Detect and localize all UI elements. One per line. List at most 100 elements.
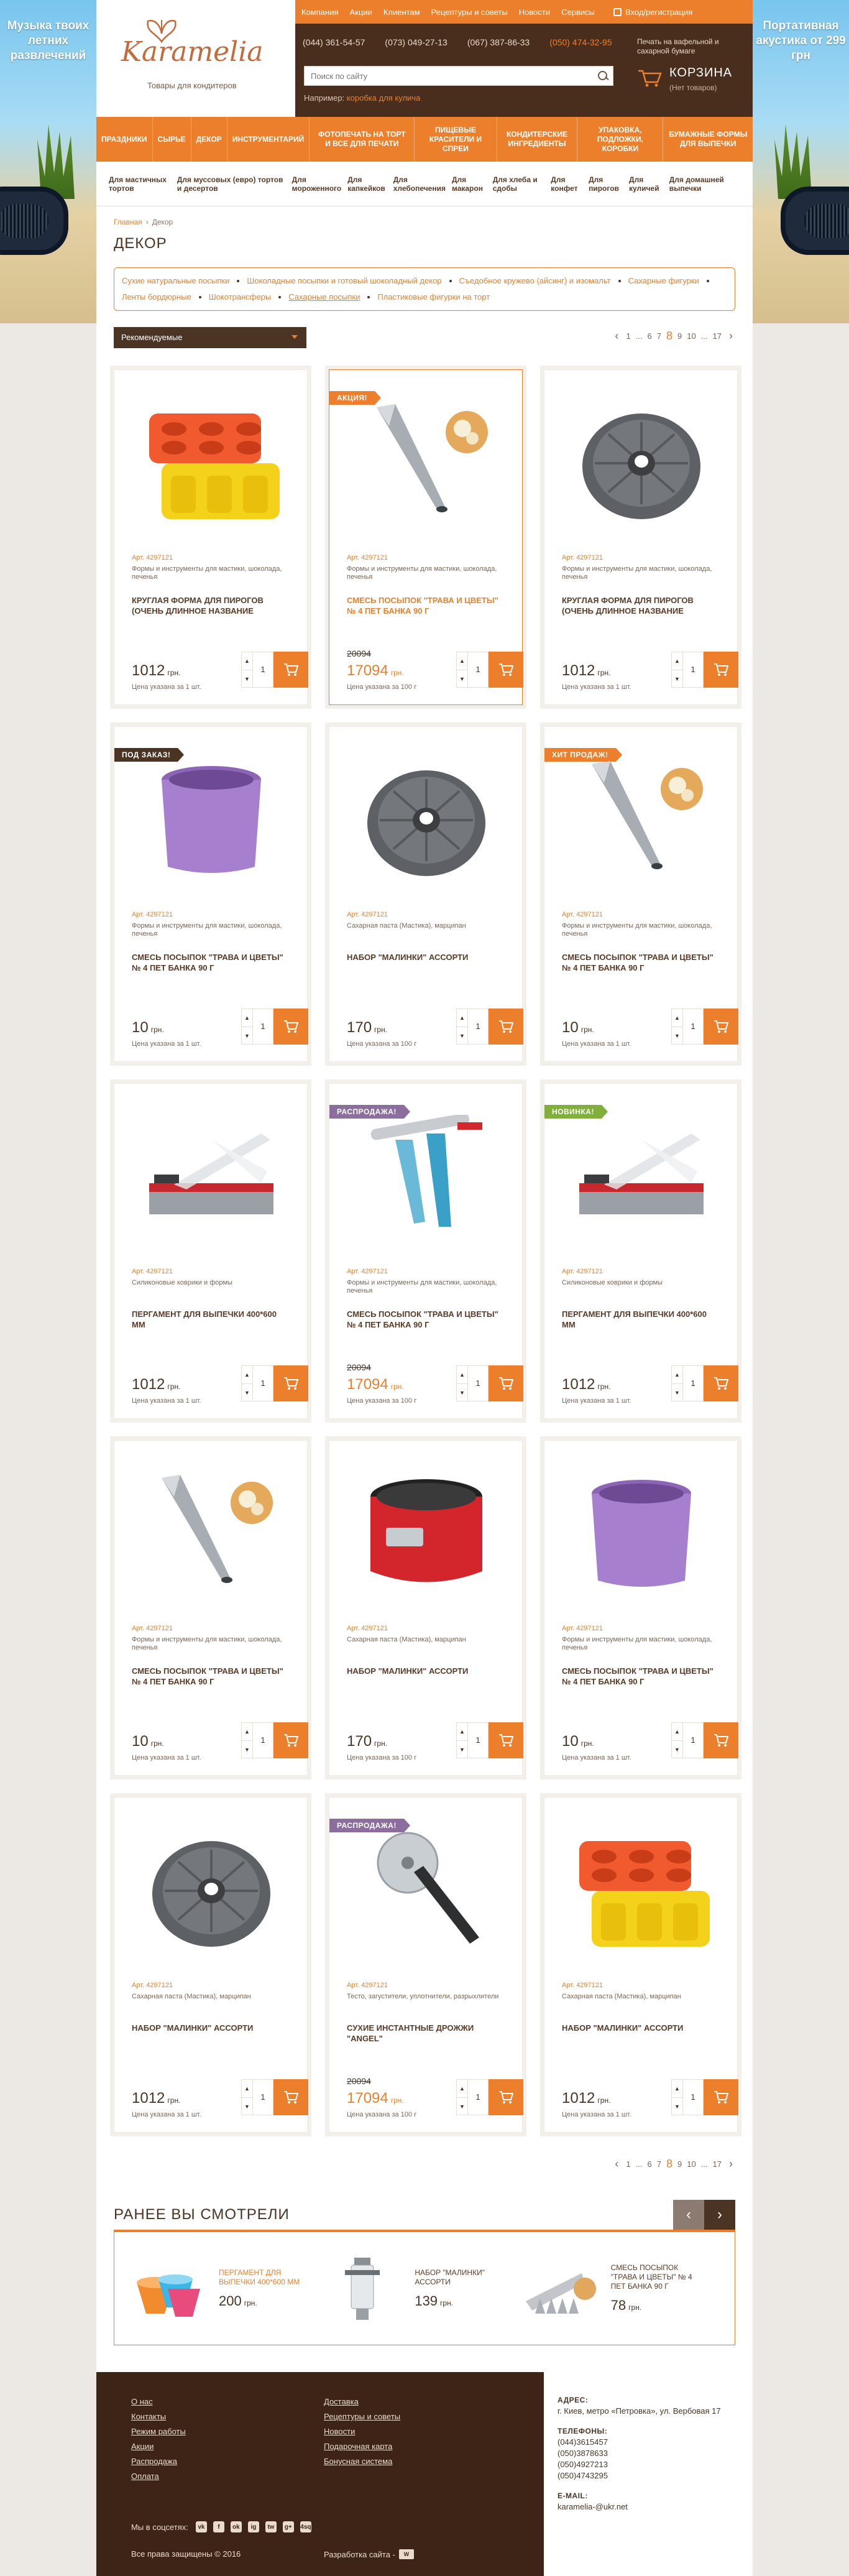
product-card[interactable]: АКЦИЯ! Арт. 4297121 Формы и инструменты дл… [329, 369, 523, 705]
qty-decrease-icon[interactable]: ▼ [457, 1383, 468, 1401]
product-name-link[interactable]: Набор "Малинки" ассорти [562, 2023, 721, 2033]
add-to-cart-button[interactable] [704, 1009, 738, 1045]
recent-item[interactable]: Смесь посыпок "Трава и цветы" № 4 ПЕТ ба… [523, 2255, 718, 2323]
carousel-prev-icon[interactable]: ‹ [673, 2200, 704, 2230]
product-card[interactable]: ХИТ ПРОДАЖ! Арт. 4297121 Формы и инструмен… [544, 726, 738, 1062]
nozzles-set-image[interactable] [523, 2255, 597, 2323]
product-name-link[interactable]: Набор "Малинки" ассорти [347, 1666, 506, 1676]
product-card[interactable]: РАСПРОДАЖА! Арт. 4297121 Формы и инструмен… [329, 1083, 523, 1419]
bundt-pan-image[interactable] [352, 758, 501, 882]
footer-link[interactable]: Бонусная система [324, 2454, 400, 2469]
add-to-cart-button[interactable] [273, 2079, 308, 2115]
subcategory-tag-link[interactable]: Сахарные фигурки [628, 273, 709, 289]
qty-input[interactable]: 1 [468, 652, 488, 687]
subcategory-tag-link[interactable]: Шокотрансферы [209, 289, 281, 305]
menu-item-raw-materials[interactable]: Сырье [153, 117, 191, 162]
product-name-link[interactable]: Смесь посыпок "Трава и цветы" № 4 ПЕТ ба… [562, 1666, 721, 1687]
qty-increase-icon[interactable]: ▲ [672, 1723, 683, 1741]
qty-decrease-icon[interactable]: ▼ [242, 2097, 253, 2115]
product-card[interactable]: Арт. 4297121 Формы и инструменты для маст… [544, 1440, 738, 1776]
print-service-link[interactable]: Печать на вафельной и сахарной бумаге [637, 37, 737, 56]
bundt-pan-image[interactable] [567, 401, 716, 525]
pager-next-icon[interactable]: › [727, 2158, 735, 2171]
product-name-link[interactable]: Круглая форма для пирогов (очень длинное… [562, 595, 721, 616]
product-name-link[interactable]: Пергамент для выпечки 400*600 мм [562, 1309, 721, 1330]
phone-number[interactable]: (050) 474-32-95 [549, 37, 612, 47]
qty-increase-icon[interactable]: ▲ [457, 1723, 468, 1741]
footer-phone[interactable]: (050)3878633 [558, 2448, 739, 2459]
menu-item-photo-print[interactable]: Фотопечать на торт и все для печати [310, 117, 415, 162]
pager-page[interactable]: 7 [657, 2159, 661, 2169]
product-card[interactable]: Арт. 4297121 Сахарная паста (Мастика), ма… [329, 726, 523, 1062]
product-name-link[interactable]: Сухие инстантные дрожжи "Angel" [347, 2023, 506, 2044]
bundt-pan-image[interactable] [137, 1829, 286, 1953]
facebook-icon[interactable]: f [213, 2521, 224, 2532]
qty-decrease-icon[interactable]: ▼ [672, 2097, 683, 2115]
qty-input[interactable]: 1 [683, 1009, 703, 1044]
product-card[interactable]: Арт. 4297121 Силиконовые коврики и формы П… [114, 1083, 308, 1419]
carousel-next-icon[interactable]: › [704, 2200, 735, 2230]
side-banner-right[interactable]: Портативная акустика от 299 грн [753, 0, 849, 323]
qty-increase-icon[interactable]: ▲ [672, 1366, 683, 1384]
qty-input[interactable]: 1 [468, 1366, 488, 1401]
side-banner-left[interactable]: Музыка твоих летних развлечений [0, 0, 96, 323]
product-name-link[interactable]: Смесь посыпок "Трава и цветы" № 4 ПЕТ ба… [562, 952, 721, 973]
qty-increase-icon[interactable]: ▲ [457, 652, 468, 670]
footer-phone[interactable]: (050)4743295 [558, 2470, 739, 2481]
qty-input[interactable]: 1 [683, 1723, 703, 1758]
qty-input[interactable]: 1 [468, 1723, 488, 1758]
qty-decrease-icon[interactable]: ▼ [242, 670, 253, 688]
qty-input[interactable]: 1 [253, 1009, 273, 1044]
add-to-cart-button[interactable] [704, 652, 738, 688]
product-name-link[interactable]: Пергамент для выпечки 400*600 мм [132, 1309, 291, 1330]
product-name-link[interactable]: Смесь посыпок "Трава и цветы" № 4 ПЕТ ба… [347, 1309, 506, 1330]
pager-page[interactable]: 1 [626, 2159, 630, 2169]
pager-page[interactable]: 1 [626, 331, 630, 341]
twitter-icon[interactable]: tw [265, 2521, 277, 2532]
qty-increase-icon[interactable]: ▲ [242, 1723, 253, 1741]
menu-item-decor[interactable]: Декор [191, 117, 227, 162]
menu-item-tools[interactable]: Инструментарий [227, 117, 310, 162]
muffin-mold-image[interactable] [567, 1829, 716, 1953]
recent-item-name-link[interactable]: Смесь посыпок "Трава и цветы" № 4 ПЕТ ба… [611, 2263, 698, 2291]
qty-input[interactable]: 1 [683, 652, 703, 687]
subcategory-tag-link[interactable]: Пластиковые фигурки на торт [377, 289, 498, 305]
product-name-link[interactable]: Набор "Малинки" ассорти [132, 2023, 291, 2033]
paper-cutter-image[interactable] [567, 1115, 716, 1239]
add-to-cart-button[interactable] [273, 1722, 308, 1758]
menu-item-paper-forms[interactable]: Бумажные формы для выпечки [663, 117, 753, 162]
pager-page[interactable]: 9 [677, 331, 682, 341]
product-name-link[interactable]: Набор "Малинки" ассорти [347, 952, 506, 963]
qty-decrease-icon[interactable]: ▼ [457, 2097, 468, 2115]
piping-nozzle-image[interactable] [352, 401, 501, 525]
product-name-link[interactable]: Круглая форма для пирогов (очень длинное… [132, 595, 291, 616]
product-name-link[interactable]: Смесь посыпок "Трава и цветы" № 4 ПЕТ ба… [347, 595, 506, 616]
top-link-clients[interactable]: Клиентам [383, 7, 420, 17]
pizza-cutter-image[interactable] [352, 1829, 501, 1953]
odnoklassniki-icon[interactable]: ok [230, 2521, 242, 2532]
developer-credit[interactable]: Разработка сайта - W [324, 2549, 414, 2559]
qty-input[interactable]: 1 [468, 2080, 488, 2115]
subcategory-tag-link[interactable]: Шоколадные посыпки и готовый шоколадный … [247, 273, 452, 289]
add-to-cart-button[interactable] [273, 652, 308, 688]
search-icon[interactable] [592, 67, 613, 85]
qty-input[interactable]: 1 [468, 1009, 488, 1044]
qty-increase-icon[interactable]: ▲ [242, 2080, 253, 2098]
recent-item[interactable]: Пергамент для выпечки 400*600 мм 200 грн. [131, 2255, 326, 2323]
submenu-item[interactable]: Для мороженного [292, 175, 348, 193]
top-link-promotions[interactable]: Акции [350, 7, 372, 17]
submenu-item[interactable]: Для хлебопечения [393, 175, 452, 193]
search-example-link[interactable]: коробка для кулича [347, 93, 421, 103]
submenu-item[interactable]: Для куличей [629, 175, 669, 193]
submenu-item[interactable]: Для домашней выпечки [669, 175, 740, 193]
product-card[interactable]: Арт. 4297121 Сахарная паста (Мастика), ма… [114, 1797, 308, 2133]
qty-input[interactable]: 1 [253, 1366, 273, 1401]
qty-decrease-icon[interactable]: ▼ [672, 670, 683, 688]
pager-page[interactable]: 17 [713, 2159, 722, 2169]
qty-input[interactable]: 1 [253, 652, 273, 687]
search-input[interactable] [305, 67, 592, 85]
submenu-item[interactable]: Для муссовых (евро) тортов и десертов [177, 175, 292, 193]
qty-increase-icon[interactable]: ▲ [242, 1009, 253, 1027]
recent-item[interactable]: Набор "Малинки" ассорти 139 грн. [326, 2255, 522, 2323]
qty-input[interactable]: 1 [683, 2080, 703, 2115]
